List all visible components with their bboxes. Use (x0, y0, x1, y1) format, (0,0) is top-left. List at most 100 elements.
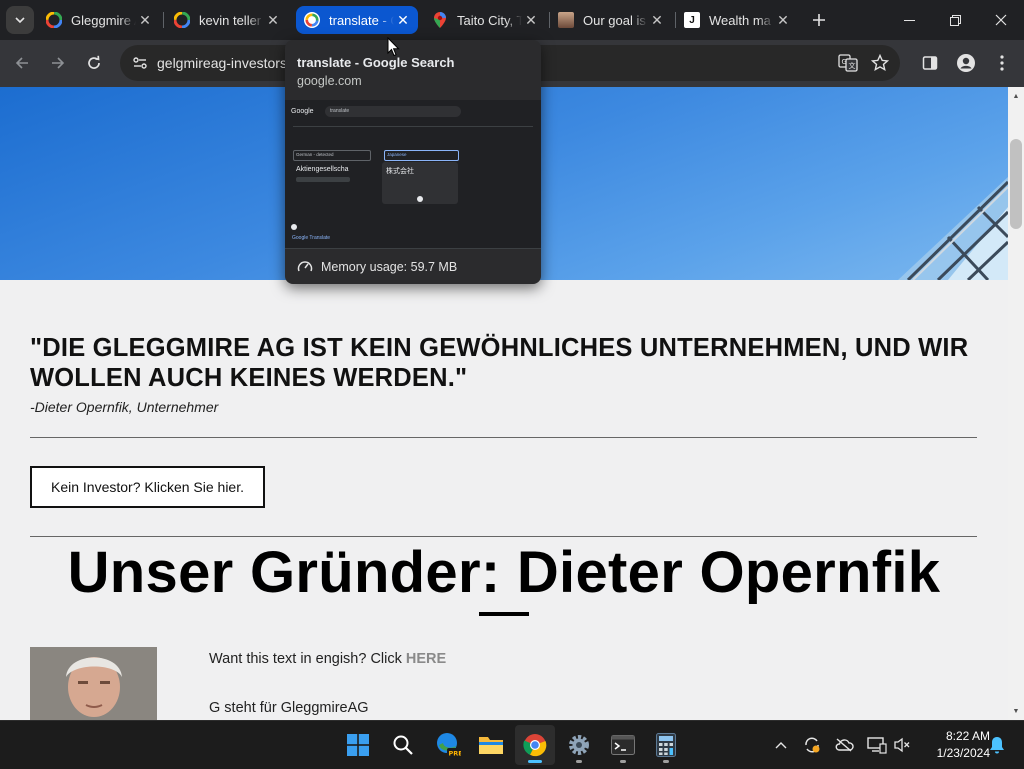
tab-preview-thumbnail: Google translate German - detected Japan… (285, 100, 541, 248)
glass-building-graphic (898, 177, 1008, 280)
taskbar-edge-beta[interactable]: PRE (428, 725, 468, 765)
memory-usage-text: Memory usage: 59.7 MB (321, 260, 458, 274)
show-hidden-icons-chevron-icon[interactable] (770, 734, 792, 756)
divider (30, 536, 977, 537)
google-icon (304, 12, 320, 28)
site-settings-icon[interactable] (128, 51, 152, 75)
translate-page-icon[interactable]: G文 (837, 52, 859, 74)
new-tab-button[interactable] (808, 9, 830, 31)
tab-kevin-teller[interactable]: kevin teller ✕ (166, 6, 288, 34)
more-menu-icon[interactable] (991, 52, 1013, 74)
taskbar-terminal[interactable] (603, 725, 643, 765)
taskbar-chrome[interactable] (515, 725, 555, 765)
close-icon[interactable]: ✕ (522, 11, 540, 29)
side-panel-icon[interactable] (919, 52, 941, 74)
scrollbar-thumb[interactable] (1010, 139, 1022, 229)
not-investor-button[interactable]: Kein Investor? Klicken Sie hier. (30, 466, 265, 508)
preview-source-text: Aktiengesellscha (296, 166, 349, 173)
taskbar-file-explorer[interactable] (471, 725, 511, 765)
body-paragraph: G steht für GleggmireAG (209, 700, 369, 716)
onedrive-offline-icon[interactable] (833, 734, 855, 756)
restore-button[interactable] (932, 0, 978, 40)
tab-strip: Gleggmire AG ✕ kevin teller ✕ translate … (0, 0, 1024, 40)
close-icon[interactable]: ✕ (774, 11, 792, 29)
tab-title: kevin teller (199, 12, 262, 28)
gear-icon (569, 735, 589, 755)
tab-title: Taito City, Tokyo (457, 12, 522, 28)
notification-bell-icon[interactable] (986, 734, 1008, 756)
preview-tab-row (293, 126, 533, 127)
preview-source-lang: German - detected (296, 152, 334, 157)
memory-usage-row: Memory usage: 59.7 MB (285, 248, 541, 284)
tab-title: Wealth ma (709, 12, 771, 28)
forward-button[interactable] (43, 48, 73, 78)
sync-icon[interactable] (801, 734, 823, 756)
folder-icon (479, 737, 503, 754)
tab-search-button[interactable] (6, 6, 34, 34)
english-version-link[interactable]: HERE (406, 651, 446, 667)
minimize-button[interactable] (886, 0, 932, 40)
scroll-down-arrow-icon[interactable]: ▼ (1008, 704, 1024, 718)
j-icon: J (684, 12, 700, 28)
divider (30, 437, 977, 438)
plus-icon (813, 14, 825, 26)
tab-title: translate - Google Search (329, 12, 394, 28)
tab-title: Gleggmire AG (71, 12, 136, 28)
search-icon (393, 735, 413, 755)
tab-translate[interactable]: translate - Google Search ✕ (296, 6, 418, 34)
taskbar-calculator[interactable] (646, 725, 686, 765)
google-icon (46, 12, 62, 28)
close-icon[interactable]: ✕ (648, 11, 666, 29)
taskbar-settings[interactable] (559, 725, 599, 765)
english-version-text: Want this text in engish? Click HERE (209, 651, 446, 667)
preview-target-text: 株式会社 (386, 167, 414, 175)
profile-icon[interactable] (955, 52, 977, 74)
close-window-button[interactable] (978, 0, 1024, 40)
page-scrollbar[interactable]: ▲ ▼ (1008, 87, 1024, 720)
arrow-left-icon (15, 57, 28, 69)
chrome-icon (523, 734, 547, 757)
preview-query: translate (330, 108, 350, 114)
preview-copy-icon (417, 196, 423, 202)
google-icon (174, 12, 190, 28)
tab-our-goal[interactable]: Our goal is ✕ (550, 6, 672, 34)
close-icon (995, 14, 1007, 26)
search-button[interactable] (383, 725, 423, 765)
svg-text:文: 文 (849, 61, 856, 70)
terminal-icon (611, 735, 635, 755)
back-button[interactable] (7, 48, 37, 78)
windows-logo-icon (347, 734, 369, 756)
intro-text: Want this text in engish? Click (209, 651, 406, 667)
running-indicator (663, 760, 669, 763)
preview-target-lang: Japanese (387, 152, 407, 157)
minimize-icon (903, 19, 915, 21)
page-title: Unser Gründer: Dieter Opernfik (67, 540, 941, 605)
tab-gleggmire[interactable]: Gleggmire AG ✕ (38, 6, 160, 34)
reload-button[interactable] (79, 48, 109, 78)
tab-wealth[interactable]: J Wealth ma ✕ (676, 6, 798, 34)
restore-icon (949, 14, 961, 26)
network-icon[interactable] (866, 734, 888, 756)
running-indicator (620, 760, 626, 763)
url-text[interactable]: gelgmireag-investors (157, 55, 287, 71)
tab-taito-city[interactable]: Taito City, Tokyo ✕ (424, 6, 546, 34)
close-icon[interactable]: ✕ (394, 11, 412, 29)
scroll-up-arrow-icon[interactable]: ▲ (1008, 89, 1024, 103)
close-icon[interactable]: ✕ (264, 11, 282, 29)
calculator-icon (656, 733, 676, 757)
speedometer-icon (297, 261, 313, 272)
arrow-right-icon (52, 57, 65, 69)
chevron-down-icon (15, 17, 25, 24)
system-clock[interactable]: 8:22 AM 1/23/2024 (916, 728, 990, 762)
title-underline (479, 612, 529, 616)
preview-translate-logo-icon (291, 224, 297, 230)
close-icon[interactable]: ✕ (136, 11, 154, 29)
start-button[interactable] (338, 725, 378, 765)
speaker-muted-icon[interactable] (891, 734, 913, 756)
running-indicator (576, 760, 582, 763)
mouse-cursor-icon (387, 37, 400, 57)
bookmark-star-icon[interactable] (869, 52, 891, 74)
edge-browser-icon: PRE (437, 733, 461, 758)
svg-text:G: G (842, 58, 847, 66)
founder-portrait (30, 647, 157, 720)
